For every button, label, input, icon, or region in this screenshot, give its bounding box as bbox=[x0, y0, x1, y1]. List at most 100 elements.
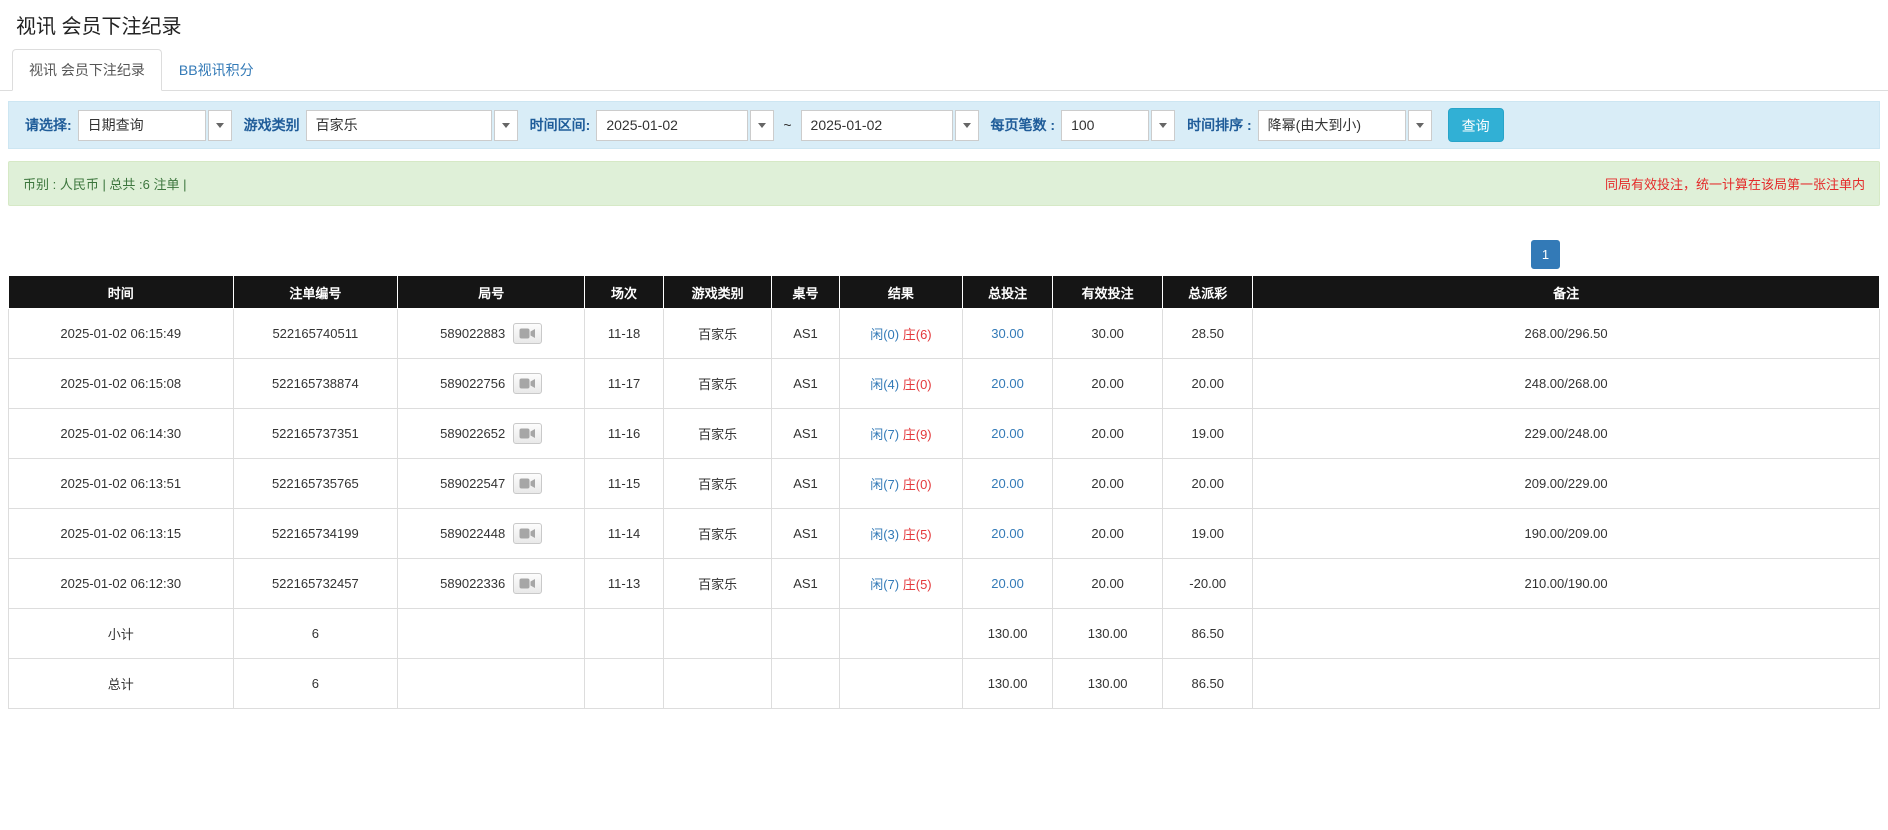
total-bet-link[interactable]: 20.00 bbox=[991, 426, 1024, 441]
total-valid-bet: 130.00 bbox=[1052, 659, 1162, 709]
tab-betting-records[interactable]: 视讯 会员下注纪录 bbox=[12, 49, 162, 91]
cell-note: 209.00/229.00 bbox=[1253, 459, 1880, 509]
page-size-label: 每页笔数 : bbox=[991, 115, 1056, 135]
cell-session: 11-18 bbox=[585, 309, 664, 359]
table-row: 2025-01-02 06:13:15 522165734199 5890224… bbox=[9, 509, 1880, 559]
game-type-value[interactable]: 百家乐 bbox=[306, 110, 492, 141]
replay-video-button[interactable] bbox=[513, 523, 542, 544]
header-valid-bet: 有效投注 bbox=[1052, 276, 1162, 309]
cell-payout: 19.00 bbox=[1163, 409, 1253, 459]
game-type-caret-button[interactable] bbox=[494, 110, 518, 141]
cell-payout: 28.50 bbox=[1163, 309, 1253, 359]
time-sort-combobox[interactable]: 降幂(由大到小) bbox=[1258, 110, 1432, 141]
time-range-label: 时间区间: bbox=[530, 115, 591, 135]
replay-video-button[interactable] bbox=[513, 423, 542, 444]
cell-bet-number: 522165735765 bbox=[233, 459, 398, 509]
total-payout: 86.50 bbox=[1163, 659, 1253, 709]
total-total-bet: 130.00 bbox=[963, 659, 1053, 709]
round-number-text: 589022652 bbox=[440, 426, 505, 441]
page-size-caret-button[interactable] bbox=[1151, 110, 1175, 141]
date-from-value[interactable]: 2025-01-02 bbox=[596, 110, 748, 141]
round-number-text: 589022756 bbox=[440, 376, 505, 391]
subtotal-row: 小计 6 130.00 130.00 86.50 bbox=[9, 609, 1880, 659]
cell-round-number: 589022883 bbox=[398, 309, 585, 359]
table-row: 2025-01-02 06:15:08 522165738874 5890227… bbox=[9, 359, 1880, 409]
table-row: 2025-01-02 06:12:30 522165732457 5890223… bbox=[9, 559, 1880, 609]
page-size-value[interactable]: 100 bbox=[1061, 110, 1149, 141]
grand-total-row: 总计 6 130.00 130.00 86.50 bbox=[9, 659, 1880, 709]
date-to-caret-button[interactable] bbox=[955, 110, 979, 141]
cell-total-bet: 20.00 bbox=[963, 459, 1053, 509]
round-number-text: 589022883 bbox=[440, 326, 505, 341]
chevron-down-icon bbox=[758, 123, 766, 128]
game-type-label: 游戏类别 bbox=[244, 115, 300, 135]
cell-note: 229.00/248.00 bbox=[1253, 409, 1880, 459]
video-camera-icon bbox=[519, 577, 536, 590]
replay-video-button[interactable] bbox=[513, 573, 542, 594]
cell-payout: -20.00 bbox=[1163, 559, 1253, 609]
cell-payout: 20.00 bbox=[1163, 359, 1253, 409]
subtotal-count: 6 bbox=[233, 609, 398, 659]
page-title: 视讯 会员下注纪录 bbox=[16, 10, 1888, 39]
round-number-text: 589022336 bbox=[440, 576, 505, 591]
cell-table-number: AS1 bbox=[772, 309, 839, 359]
cell-table-number: AS1 bbox=[772, 409, 839, 459]
result-player: 闲(7) bbox=[870, 427, 899, 442]
query-type-caret-button[interactable] bbox=[208, 110, 232, 141]
video-camera-icon bbox=[519, 327, 536, 340]
cell-round-number: 589022336 bbox=[398, 559, 585, 609]
total-bet-link[interactable]: 20.00 bbox=[991, 576, 1024, 591]
cell-note: 268.00/296.50 bbox=[1253, 309, 1880, 359]
cell-time: 2025-01-02 06:13:15 bbox=[9, 509, 234, 559]
cell-bet-number: 522165738874 bbox=[233, 359, 398, 409]
time-sort-caret-button[interactable] bbox=[1408, 110, 1432, 141]
result-banker: 庄(5) bbox=[903, 527, 932, 542]
replay-video-button[interactable] bbox=[513, 473, 542, 494]
tab-bb-video-points[interactable]: BB视讯积分 bbox=[162, 49, 271, 91]
total-bet-link[interactable]: 30.00 bbox=[991, 326, 1024, 341]
date-from-picker[interactable]: 2025-01-02 bbox=[596, 110, 774, 141]
header-time: 时间 bbox=[9, 276, 234, 309]
result-banker: 庄(6) bbox=[903, 327, 932, 342]
page-size-combobox[interactable]: 100 bbox=[1061, 110, 1175, 141]
chevron-down-icon bbox=[1416, 123, 1424, 128]
cell-game-type: 百家乐 bbox=[663, 459, 772, 509]
cell-payout: 20.00 bbox=[1163, 459, 1253, 509]
chevron-down-icon bbox=[502, 123, 510, 128]
cell-result: 闲(3) 庄(5) bbox=[839, 509, 962, 559]
cell-table-number: AS1 bbox=[772, 459, 839, 509]
query-type-value[interactable]: 日期查询 bbox=[78, 110, 206, 141]
cell-session: 11-16 bbox=[585, 409, 664, 459]
query-type-combobox[interactable]: 日期查询 bbox=[78, 110, 232, 141]
cell-valid-bet: 20.00 bbox=[1052, 359, 1162, 409]
replay-video-button[interactable] bbox=[513, 373, 542, 394]
search-button[interactable]: 查询 bbox=[1448, 108, 1504, 142]
cell-bet-number: 522165740511 bbox=[233, 309, 398, 359]
header-game-type: 游戏类别 bbox=[663, 276, 772, 309]
cell-time: 2025-01-02 06:14:30 bbox=[9, 409, 234, 459]
time-sort-value[interactable]: 降幂(由大到小) bbox=[1258, 110, 1406, 141]
result-player: 闲(4) bbox=[870, 377, 899, 392]
cell-result: 闲(7) 庄(5) bbox=[839, 559, 962, 609]
cell-session: 11-17 bbox=[585, 359, 664, 409]
page-1-button[interactable]: 1 bbox=[1531, 240, 1560, 269]
replay-video-button[interactable] bbox=[513, 323, 542, 344]
cell-table-number: AS1 bbox=[772, 509, 839, 559]
total-label: 总计 bbox=[9, 659, 234, 709]
cell-payout: 19.00 bbox=[1163, 509, 1253, 559]
video-camera-icon bbox=[519, 377, 536, 390]
result-player: 闲(3) bbox=[870, 527, 899, 542]
date-from-caret-button[interactable] bbox=[750, 110, 774, 141]
total-bet-link[interactable]: 20.00 bbox=[991, 526, 1024, 541]
cell-total-bet: 20.00 bbox=[963, 509, 1053, 559]
date-to-value[interactable]: 2025-01-02 bbox=[801, 110, 953, 141]
header-total-bet: 总投注 bbox=[963, 276, 1053, 309]
cell-session: 11-13 bbox=[585, 559, 664, 609]
summary-bar: 币别 : 人民币 | 总共 :6 注单 | 同局有效投注，统一计算在该局第一张注… bbox=[8, 161, 1880, 206]
date-to-picker[interactable]: 2025-01-02 bbox=[801, 110, 979, 141]
table-row: 2025-01-02 06:14:30 522165737351 5890226… bbox=[9, 409, 1880, 459]
game-type-combobox[interactable]: 百家乐 bbox=[306, 110, 518, 141]
total-bet-link[interactable]: 20.00 bbox=[991, 376, 1024, 391]
total-bet-link[interactable]: 20.00 bbox=[991, 476, 1024, 491]
cell-round-number: 589022448 bbox=[398, 509, 585, 559]
